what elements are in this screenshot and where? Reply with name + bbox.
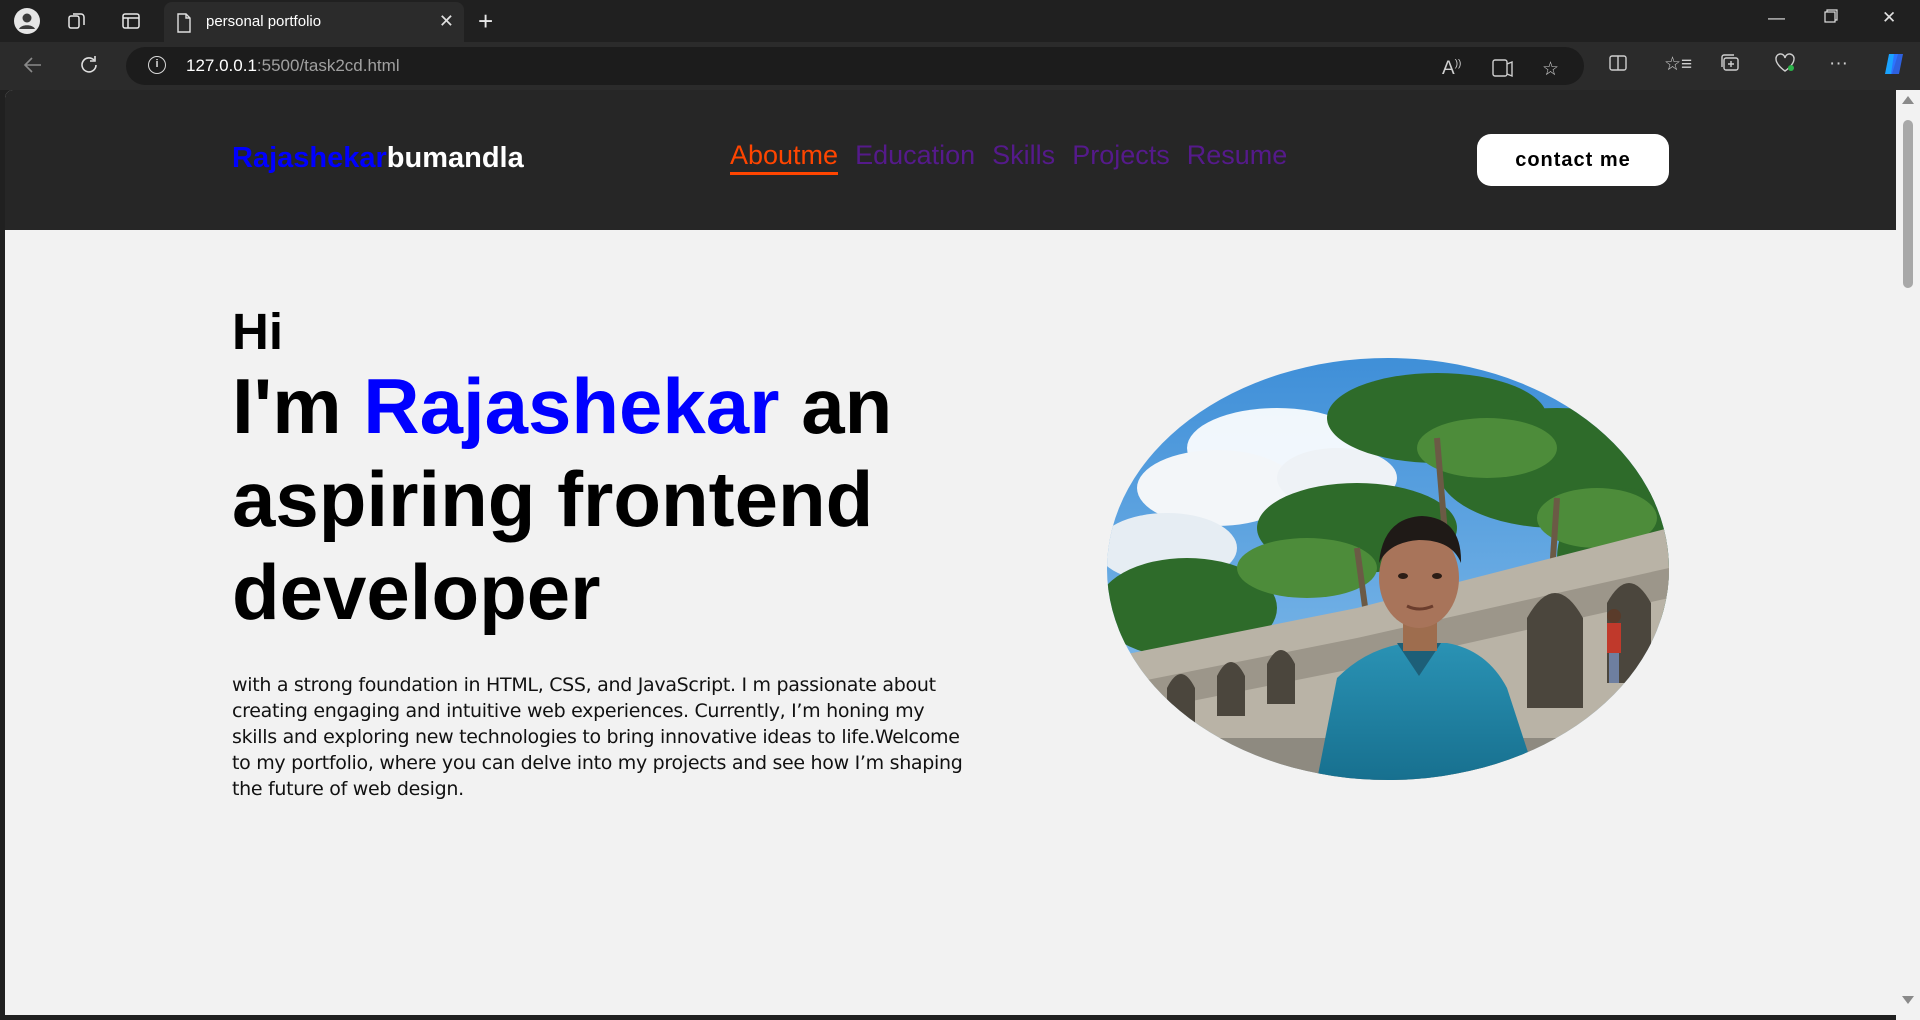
site-header: Rajashekarbumandla Aboutme Education Ski…: [5, 90, 1896, 230]
nav-link-aboutme[interactable]: Aboutme: [730, 140, 839, 175]
logo-last-name: bumandla: [386, 142, 524, 174]
restore-icon[interactable]: [1824, 8, 1838, 28]
window-close-icon[interactable]: ✕: [1882, 8, 1896, 28]
favorites-icon[interactable]: ☆≡: [1664, 53, 1692, 76]
immersive-reader-icon[interactable]: [1492, 58, 1514, 84]
url-text: 127.0.0.1:5500/task2cd.html: [186, 56, 400, 75]
tab-title: personal portfolio: [206, 13, 322, 30]
nav-link-education[interactable]: Education: [855, 140, 975, 175]
hero-description: with a strong foundation in HTML, CSS, a…: [232, 674, 963, 800]
page-scrollbar[interactable]: [1896, 90, 1920, 1020]
more-icon[interactable]: ···: [1829, 53, 1848, 75]
logo-first-name: Rajashekar: [232, 142, 387, 174]
profile-photo-illustration: [1107, 358, 1669, 780]
info-icon[interactable]: i: [148, 56, 166, 74]
page-icon: [176, 13, 192, 38]
browser-essentials-icon[interactable]: [1774, 53, 1796, 79]
hero-prefix: I'm: [232, 362, 364, 450]
nav-link-resume[interactable]: Resume: [1187, 140, 1288, 175]
nav-link-projects[interactable]: Projects: [1072, 140, 1170, 175]
scroll-thumb[interactable]: [1903, 120, 1913, 288]
favorite-icon[interactable]: ☆: [1542, 58, 1559, 81]
scroll-up-arrow-icon[interactable]: [1902, 96, 1914, 104]
browser-tab-strip: personal portfolio ✕ + — ✕: [0, 0, 1920, 42]
hero-name: Rajashekar: [363, 362, 780, 450]
workspaces-icon[interactable]: [63, 7, 91, 35]
collections-icon[interactable]: [1719, 53, 1741, 79]
profile-photo: [1107, 358, 1669, 780]
scroll-down-arrow-icon[interactable]: [1902, 996, 1914, 1004]
site-logo[interactable]: Rajashekarbumandla: [232, 142, 524, 175]
read-aloud-icon[interactable]: A)): [1442, 58, 1461, 80]
minimize-icon[interactable]: —: [1768, 8, 1785, 28]
close-icon[interactable]: ✕: [439, 11, 454, 32]
nav-link-skills[interactable]: Skills: [992, 140, 1055, 175]
back-icon[interactable]: [22, 54, 44, 82]
site-nav: Aboutme Education Skills Projects Resume: [730, 140, 1287, 175]
url-input[interactable]: i 127.0.0.1:5500/task2cd.html A)) ☆: [126, 47, 1584, 85]
profile-icon[interactable]: [13, 7, 41, 35]
copilot-icon[interactable]: [1880, 50, 1908, 84]
tab-actions-icon[interactable]: [117, 7, 145, 35]
refresh-icon[interactable]: [78, 54, 100, 82]
page-viewport: Rajashekarbumandla Aboutme Education Ski…: [5, 90, 1896, 1015]
address-toolbar: i 127.0.0.1:5500/task2cd.html A)) ☆ ☆≡ ·…: [0, 42, 1920, 90]
hero-headline: I'm Rajashekar an aspiring frontend deve…: [232, 360, 1032, 639]
hero-greeting: Hi: [232, 303, 283, 360]
split-screen-icon[interactable]: [1608, 53, 1628, 79]
contact-me-button[interactable]: contact me: [1477, 134, 1669, 186]
tab-personal-portfolio[interactable]: personal portfolio ✕: [164, 2, 464, 42]
new-tab-icon[interactable]: +: [478, 6, 493, 37]
